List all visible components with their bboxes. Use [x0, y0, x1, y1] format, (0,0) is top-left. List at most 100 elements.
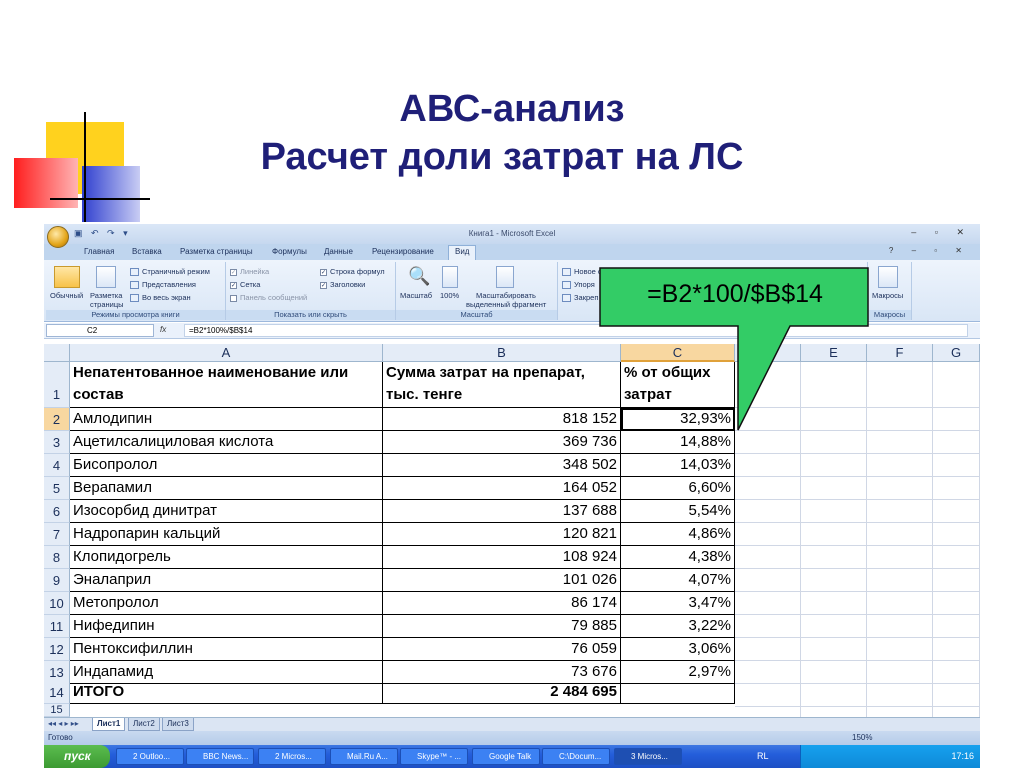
page-layout-label-1[interactable]: Разметка — [90, 291, 122, 300]
start-button[interactable]: пуск — [44, 745, 110, 768]
empty-cell[interactable] — [801, 454, 867, 477]
split-item[interactable]: Разделить — [656, 267, 692, 276]
empty-cell[interactable] — [801, 477, 867, 500]
empty-cell[interactable] — [933, 684, 980, 707]
language-indicator[interactable]: RL — [757, 751, 769, 761]
row-header[interactable]: 5 — [44, 477, 70, 500]
sheet-nav-icon[interactable]: ◂◂ ◂ ▸ ▸▸ — [48, 719, 79, 728]
drug-sum-cell[interactable]: 348 502 — [383, 454, 621, 477]
zoom-level[interactable]: 150% — [852, 733, 872, 742]
drug-pct-cell[interactable]: 5,54% — [621, 500, 735, 523]
empty-cell[interactable] — [735, 362, 801, 408]
row-header[interactable]: 9 — [44, 569, 70, 592]
empty-cell[interactable] — [933, 523, 980, 546]
header-name-cell[interactable]: Непатентованное наименование или состав — [70, 362, 383, 408]
row-header[interactable]: 7 — [44, 523, 70, 546]
column-header-d[interactable]: D — [735, 344, 801, 362]
row-header[interactable]: 3 — [44, 431, 70, 454]
header-sum-cell[interactable]: Сумма затрат на препарат, тыс. тенге — [383, 362, 621, 408]
empty-cell[interactable] — [933, 431, 980, 454]
drug-pct-cell[interactable]: 14,88% — [621, 431, 735, 454]
taskbar-button[interactable]: Skype™ - ... — [400, 748, 468, 765]
drug-sum-cell[interactable]: 108 924 — [383, 546, 621, 569]
quick-access-toolbar[interactable]: ▣ ↶ ↷ ▾ — [74, 228, 131, 239]
empty-cell[interactable] — [867, 454, 933, 477]
drug-name-cell[interactable]: Ацетилсалициловая кислота — [70, 431, 383, 454]
headings-checkbox[interactable]: ✓ Заголовки — [320, 280, 365, 289]
page-layout-icon[interactable] — [96, 266, 116, 288]
empty-cell[interactable] — [933, 546, 980, 569]
empty-cell[interactable] — [801, 408, 867, 431]
drug-name-cell[interactable]: Изосорбид динитрат — [70, 500, 383, 523]
empty-cell[interactable] — [801, 661, 867, 684]
empty-cell[interactable] — [867, 684, 933, 707]
tab-page-layout[interactable]: Разметка страницы — [180, 246, 253, 260]
row-header[interactable]: 2 — [44, 408, 70, 431]
office-button[interactable] — [47, 226, 69, 248]
empty-cell[interactable] — [867, 638, 933, 661]
total-name-cell[interactable]: ИТОГО — [70, 681, 383, 704]
drug-name-cell[interactable]: Метопролол — [70, 592, 383, 615]
drug-sum-cell[interactable]: 120 821 — [383, 523, 621, 546]
custom-views-item[interactable]: Представления — [130, 280, 196, 290]
taskbar-button[interactable]: 3 Micros... — [614, 748, 682, 765]
empty-cell[interactable] — [933, 569, 980, 592]
taskbar-button[interactable]: BBC News... — [186, 748, 254, 765]
empty-cell[interactable] — [735, 615, 801, 638]
empty-cell[interactable] — [933, 362, 980, 408]
column-header-a[interactable]: A — [70, 344, 383, 362]
tab-review[interactable]: Рецензирование — [372, 246, 434, 260]
column-header-c[interactable]: C — [621, 344, 735, 362]
sheet-tab-2[interactable]: Лист2 — [128, 718, 160, 731]
tab-data[interactable]: Данные — [324, 246, 353, 260]
sheet-tab-1[interactable]: Лист1 — [92, 718, 126, 731]
normal-view-button[interactable]: Обычный — [50, 291, 83, 300]
empty-cell[interactable] — [801, 500, 867, 523]
empty-cell[interactable] — [867, 615, 933, 638]
macros-icon[interactable] — [878, 266, 898, 288]
empty-cell[interactable] — [735, 546, 801, 569]
empty-cell[interactable] — [933, 661, 980, 684]
window-controls[interactable]: – ▫ ✕ — [911, 227, 972, 238]
drug-name-cell[interactable]: Надропарин кальций — [70, 523, 383, 546]
row-header[interactable]: 4 — [44, 454, 70, 477]
drug-sum-cell[interactable]: 76 059 — [383, 638, 621, 661]
drug-sum-cell[interactable]: 86 174 — [383, 592, 621, 615]
empty-cell[interactable] — [867, 500, 933, 523]
drug-sum-cell[interactable]: 79 885 — [383, 615, 621, 638]
tab-insert[interactable]: Вставка — [132, 246, 162, 260]
freeze-item[interactable]: Закреп — [562, 293, 598, 303]
empty-cell[interactable] — [867, 569, 933, 592]
total-pct-cell[interactable] — [621, 681, 735, 704]
drug-name-cell[interactable]: Клопидогрель — [70, 546, 383, 569]
empty-cell[interactable] — [933, 615, 980, 638]
empty-cell[interactable] — [735, 500, 801, 523]
empty-cell[interactable] — [801, 615, 867, 638]
drug-pct-cell[interactable]: 3,22% — [621, 615, 735, 638]
zoom-selection-icon[interactable] — [496, 266, 514, 288]
empty-cell[interactable] — [801, 546, 867, 569]
taskbar-button[interactable]: C:\Docum... — [542, 748, 610, 765]
empty-cell[interactable] — [801, 569, 867, 592]
empty-cell[interactable] — [735, 638, 801, 661]
drug-name-cell[interactable]: Амлодипин — [70, 408, 383, 431]
message-bar-checkbox[interactable]: Панель сообщений — [230, 293, 307, 302]
row-header-15[interactable]: 15 — [44, 704, 70, 717]
drug-name-cell[interactable]: Верапамил — [70, 477, 383, 500]
empty-cell[interactable] — [867, 523, 933, 546]
tab-view[interactable]: Вид — [448, 245, 477, 260]
column-header-g[interactable]: G — [933, 344, 980, 362]
header-pct-cell[interactable]: % от общих затрат — [621, 362, 735, 408]
drug-sum-cell[interactable]: 101 026 — [383, 569, 621, 592]
row-header[interactable]: 11 — [44, 615, 70, 638]
empty-cell[interactable] — [867, 661, 933, 684]
total-sum-cell[interactable]: 2 484 695 — [383, 681, 621, 704]
page-break-view-item[interactable]: Страничный режим — [130, 267, 210, 277]
empty-cell[interactable] — [735, 569, 801, 592]
empty-cell[interactable] — [735, 592, 801, 615]
drug-pct-cell[interactable]: 3,06% — [621, 638, 735, 661]
drug-pct-cell[interactable]: 3,47% — [621, 592, 735, 615]
drug-name-cell[interactable]: Эналаприл — [70, 569, 383, 592]
empty-cell[interactable] — [801, 638, 867, 661]
formula-input[interactable]: =B2*100%/$B$14 — [184, 324, 968, 337]
